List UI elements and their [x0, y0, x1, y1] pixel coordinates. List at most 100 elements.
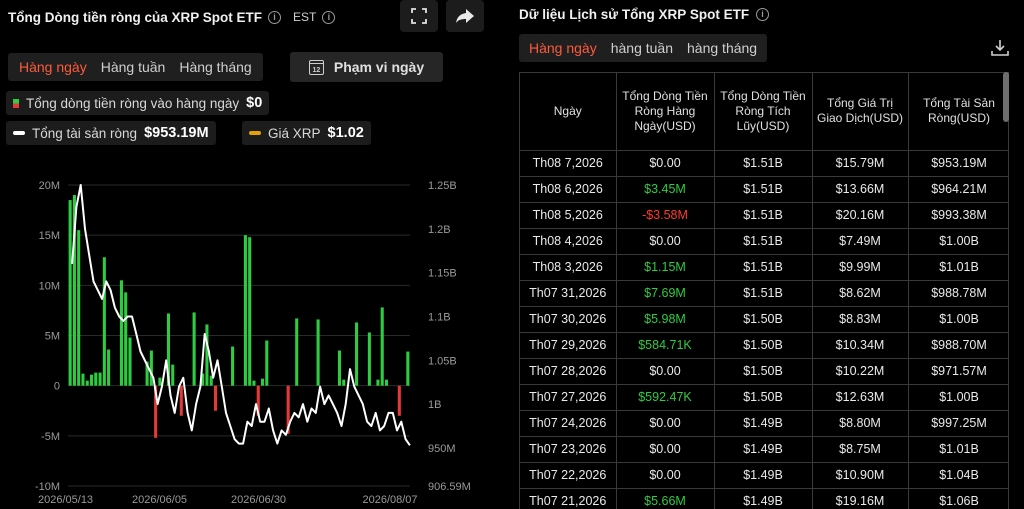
- cell-cumulative-inflow: $1.49B: [714, 410, 813, 437]
- history-panel: Dữ liệu Lịch sử Tổng XRP Spot ETF i Hàng…: [505, 0, 1024, 509]
- table-row[interactable]: Th07 31,2026 $7.69M $1.51B $8.62M $988.78M: [520, 280, 1008, 307]
- share-button[interactable]: [446, 0, 484, 32]
- cell-daily-inflow: $0.00: [616, 228, 715, 255]
- table-header-row: Ngày Tổng Dòng Tiền Ròng Hàng Ngày(USD) …: [520, 73, 1008, 151]
- cell-daily-inflow: $0.00: [616, 410, 715, 437]
- chart-title: Tổng Dòng tiền ròng của XRP Spot ETF: [8, 9, 262, 25]
- history-table-body: Th08 7,2026 $0.00 $1.51B $15.79M $953.19M Th0…: [520, 150, 1008, 509]
- legend-nav-value: $953.19M: [144, 125, 209, 141]
- left-axis-tick-label: 0: [54, 381, 60, 393]
- history-tab-monthly[interactable]: hàng tháng: [680, 34, 764, 62]
- cell-date: Th08 6,2026: [520, 176, 617, 203]
- table-row[interactable]: Th07 23,2026 $0.00 $1.49B $8.75M $1.01B: [520, 436, 1008, 463]
- cell-cumulative-inflow: $1.49B: [714, 488, 813, 509]
- inflow-bar: [295, 318, 299, 386]
- left-axis-tick-label: -10M: [35, 481, 60, 493]
- cell-cumulative-inflow: $1.51B: [714, 254, 813, 281]
- table-scrollbar[interactable]: [1003, 72, 1009, 122]
- header-net-assets[interactable]: Tổng Tài Sản Ròng(USD): [908, 73, 1008, 151]
- cell-value-traded: $10.90M: [812, 462, 909, 489]
- table-row[interactable]: Th07 29,2026 $584.71K $1.50B $10.34M $988.70…: [520, 332, 1008, 359]
- cell-date: Th07 24,2026: [520, 410, 617, 437]
- cell-cumulative-inflow: $1.51B: [714, 202, 813, 229]
- date-range-label: Phạm vi ngày: [333, 59, 425, 75]
- table-row[interactable]: Th07 27,2026 $592.47K $1.50B $12.63M $1.00B: [520, 384, 1008, 411]
- cell-date: Th08 5,2026: [520, 202, 617, 229]
- cell-value-traded: $8.80M: [812, 410, 909, 437]
- inflow-bar: [376, 379, 380, 386]
- header-date[interactable]: Ngày: [520, 73, 617, 151]
- cell-daily-inflow: $0.00: [616, 150, 715, 177]
- inflow-bar: [119, 280, 123, 386]
- inflow-bar: [205, 324, 209, 386]
- outflow-bar: [397, 385, 401, 416]
- cell-net-assets: $988.70M: [908, 332, 1008, 359]
- chart-panel: Tổng Dòng tiền ròng của XRP Spot ETF i E…: [0, 0, 495, 509]
- history-tab-weekly[interactable]: hàng tuần: [604, 34, 680, 62]
- download-icon[interactable]: [990, 38, 1010, 58]
- cell-date: Th07 22,2026: [520, 462, 617, 489]
- table-row[interactable]: Th08 6,2026 $3.45M $1.51B $13.66M $964.21M: [520, 176, 1008, 203]
- info-icon[interactable]: i: [268, 10, 281, 24]
- inflow-bar: [102, 257, 106, 386]
- right-axis-tick-label: 1.15B: [428, 268, 457, 280]
- inflow-bar: [171, 364, 175, 386]
- inflow-bar: [265, 340, 269, 386]
- table-row[interactable]: Th07 21,2026 $5.66M $1.49B $19.16M $1.06B: [520, 488, 1008, 509]
- inflow-bar: [384, 379, 389, 386]
- history-table-wrapper[interactable]: Ngày Tổng Dòng Tiền Ròng Hàng Ngày(USD) …: [519, 72, 1009, 509]
- cell-daily-inflow: $5.98M: [616, 306, 715, 333]
- cell-date: Th07 21,2026: [520, 488, 617, 509]
- table-row[interactable]: Th07 22,2026 $0.00 $1.49B $10.90M $1.04B: [520, 462, 1008, 489]
- inflow-bar: [128, 337, 132, 386]
- right-axis-tick-label: 1.2B: [428, 224, 451, 236]
- legend-price[interactable]: Giá XRP $1.02: [242, 121, 371, 145]
- table-row[interactable]: Th07 28,2026 $0.00 $1.50B $10.22M $971.57M: [520, 358, 1008, 385]
- share-icon: [456, 9, 474, 23]
- left-axis-tick-label: 15M: [39, 230, 60, 242]
- inflow-bar: [260, 378, 265, 386]
- tab-daily[interactable]: Hàng ngày: [12, 53, 94, 81]
- tab-weekly[interactable]: Hàng tuần: [94, 53, 173, 81]
- history-tab-daily[interactable]: Hàng ngày: [522, 34, 604, 62]
- tab-monthly[interactable]: Hàng tháng: [172, 53, 258, 81]
- outflow-bar: [213, 385, 218, 411]
- table-row[interactable]: Th07 30,2026 $5.98M $1.50B $8.83M $1.00B: [520, 306, 1008, 333]
- table-row[interactable]: Th08 5,2026 -$3.58M $1.51B $20.16M $993.38M: [520, 202, 1008, 229]
- inflow-bar: [342, 379, 346, 386]
- cell-cumulative-inflow: $1.50B: [714, 384, 813, 411]
- cell-cumulative-inflow: $1.51B: [714, 176, 813, 203]
- cell-net-assets: $1.06B: [908, 488, 1008, 509]
- cell-value-traded: $10.22M: [812, 358, 909, 385]
- header-cumulative-inflow[interactable]: Tổng Dòng Tiền Ròng Tích Lũy(USD): [714, 73, 813, 151]
- header-value-traded[interactable]: Tổng Giá Trị Giao Dịch(USD): [812, 73, 909, 151]
- cell-net-assets: $964.21M: [908, 176, 1008, 203]
- timezone-label: EST: [293, 10, 317, 24]
- cell-value-traded: $13.66M: [812, 176, 909, 203]
- history-info-icon[interactable]: i: [756, 7, 770, 21]
- cell-net-assets: $988.78M: [908, 280, 1008, 307]
- table-row[interactable]: Th07 24,2026 $0.00 $1.49B $8.80M $997.25M: [520, 410, 1008, 437]
- header-daily-inflow[interactable]: Tổng Dòng Tiền Ròng Hàng Ngày(USD): [616, 73, 715, 151]
- table-row[interactable]: Th08 4,2026 $0.00 $1.51B $7.49M $1.00B: [520, 228, 1008, 255]
- inflow-bar: [81, 373, 85, 386]
- legend-net-assets[interactable]: Tổng tài sản ròng $953.19M: [6, 121, 216, 145]
- fullscreen-button[interactable]: [400, 0, 438, 32]
- bar-swatch: [13, 98, 19, 108]
- inflow-bar: [367, 332, 371, 386]
- date-range-button[interactable]: 12 Phạm vi ngày: [290, 52, 443, 82]
- legend-daily-inflow[interactable]: Tổng dòng tiền ròng vào hàng ngày $0: [6, 91, 270, 115]
- table-row[interactable]: Th08 7,2026 $0.00 $1.51B $15.79M $953.19M: [520, 150, 1008, 177]
- legend-daily-label: Tổng dòng tiền ròng vào hàng ngày: [26, 95, 240, 111]
- cell-daily-inflow: -$3.58M: [616, 202, 715, 229]
- cell-date: Th08 3,2026: [520, 254, 617, 281]
- timezone-info-icon[interactable]: i: [322, 10, 336, 24]
- inflow-bar: [89, 374, 94, 386]
- cell-net-assets: $1.00B: [908, 384, 1008, 411]
- price-line-swatch: [249, 131, 261, 135]
- inflow-chart[interactable]: 20M 15M 10M 5M 0 -5M -10M 1.25B 1.2B 1.15B 1.1B 1.0…: [0, 170, 495, 509]
- cell-value-traded: $10.34M: [812, 332, 909, 359]
- table-row[interactable]: Th08 3,2026 $1.15M $1.51B $9.99M $1.01B: [520, 254, 1008, 281]
- cell-daily-inflow: $584.71K: [616, 332, 715, 359]
- cell-cumulative-inflow: $1.50B: [714, 332, 813, 359]
